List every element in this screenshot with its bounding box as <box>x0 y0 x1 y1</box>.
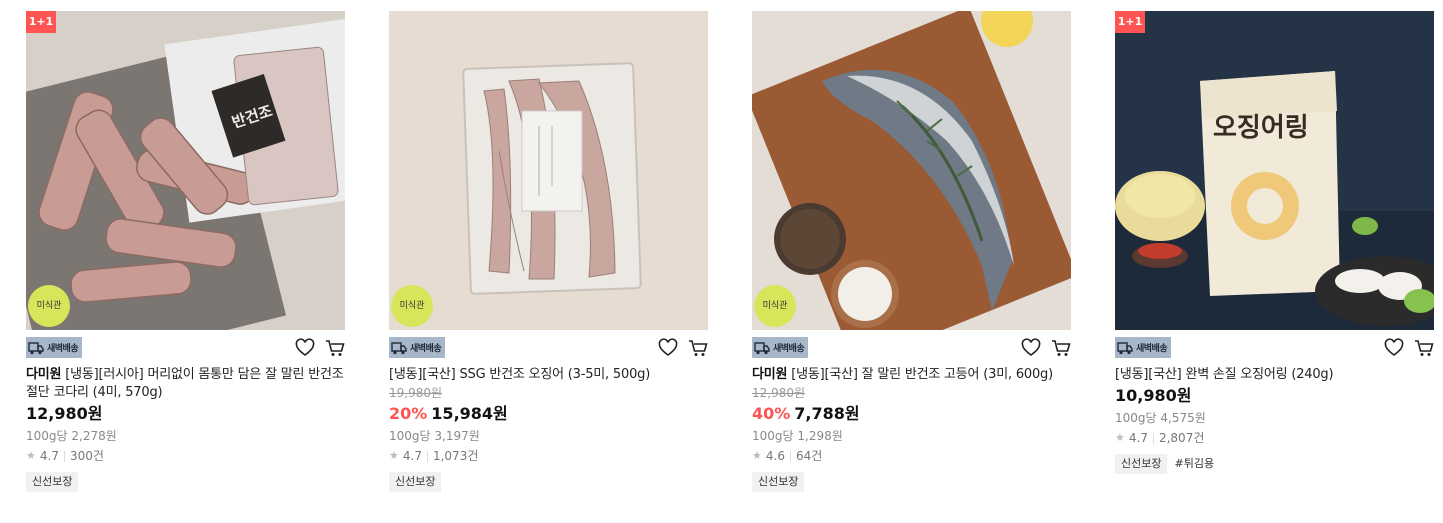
price-value: 10,980원 <box>1115 386 1192 405</box>
heart-icon[interactable] <box>1021 338 1041 358</box>
dawn-delivery-label: 새벽배송 <box>410 344 442 354</box>
product-card[interactable]: 미식관 새벽배송 다미원 [냉동][국산] 잘 말린 반건조 고등어 (3미, … <box>752 11 1071 492</box>
hashtag-chip[interactable]: #튀김용 <box>1172 454 1216 474</box>
review-count: 1,073건 <box>432 449 479 463</box>
heart-icon[interactable] <box>295 338 315 358</box>
product-rating: ★ 4.7 2,807건 <box>1115 429 1434 447</box>
product-name: [냉동][국산] SSG 반건조 오징어 (3-5미, 500g) <box>389 367 651 382</box>
star-icon: ★ <box>26 449 36 462</box>
product-rating: ★ 4.7 300건 <box>26 447 345 465</box>
fresh-guarantee-chip: 신선보장 <box>752 472 805 492</box>
dawn-delivery-label: 새벽배송 <box>47 344 79 354</box>
product-price: 40% 7,788원 <box>752 402 1071 426</box>
dawn-delivery-badge: 새벽배송 <box>752 337 809 358</box>
gourmet-sticker: 미식관 <box>754 285 796 327</box>
product-image[interactable]: 오징어링 1+1 <box>1115 11 1434 330</box>
product-card[interactable]: 미식관 새벽배송 [냉동][국산] SSG 반건조 오징어 (3-5미, 500… <box>389 11 708 492</box>
product-name: [냉동][국산] 잘 말린 반건조 고등어 (3미, 600g) <box>791 367 1053 382</box>
product-card[interactable]: 반건조 1+1 미식관 새벽배송 다미원 [냉동][러시아] 머리없이 몸통만 … <box>26 11 345 492</box>
product-title[interactable]: [냉동][국산] 완벽 손질 오징어링 (240g) <box>1115 366 1434 384</box>
dawn-delivery-badge: 새벽배송 <box>1115 337 1172 358</box>
heart-icon[interactable] <box>658 338 678 358</box>
dawn-delivery-label: 새벽배송 <box>773 344 805 354</box>
package-title: 오징어링 <box>1213 113 1309 143</box>
rating-value: 4.7 <box>1128 431 1148 445</box>
cart-icon[interactable] <box>688 338 708 358</box>
one-plus-one-badge: 1+1 <box>26 11 56 33</box>
product-price: 10,980원 <box>1115 384 1434 408</box>
product-title[interactable]: [냉동][국산] SSG 반건조 오징어 (3-5미, 500g) <box>389 366 708 384</box>
rating-value: 4.7 <box>39 449 59 463</box>
dried-squid-package-photo <box>389 11 708 330</box>
unit-price: 100g당 4,575원 <box>1115 411 1206 425</box>
dawn-delivery-badge: 새벽배송 <box>26 337 83 358</box>
product-image[interactable]: 미식관 <box>389 11 708 330</box>
discount-rate: 40% <box>752 404 791 423</box>
one-plus-one-badge: 1+1 <box>1115 11 1145 33</box>
product-title[interactable]: 다미원 [냉동][러시아] 머리없이 몸통만 담은 잘 말린 반건조 절단 코다… <box>26 366 345 402</box>
cart-icon[interactable] <box>325 338 345 358</box>
unit-price: 100g당 2,278원 <box>26 429 117 443</box>
gourmet-sticker: 미식관 <box>391 285 433 327</box>
truck-icon <box>754 341 770 354</box>
product-name: [냉동][국산] 완벽 손질 오징어링 (240g) <box>1115 367 1334 382</box>
price-value: 12,980원 <box>26 404 103 423</box>
truck-icon <box>391 341 407 354</box>
fresh-guarantee-chip: 신선보장 <box>26 472 79 492</box>
cart-icon[interactable] <box>1051 338 1071 358</box>
unit-price: 100g당 3,197원 <box>389 429 480 443</box>
product-rating: ★ 4.7 1,073건 <box>389 447 708 465</box>
fresh-guarantee-chip: 신선보장 <box>389 472 442 492</box>
star-icon: ★ <box>389 449 399 462</box>
original-price: 19,980원 <box>389 386 443 400</box>
truck-icon <box>28 341 44 354</box>
gourmet-sticker: 미식관 <box>28 285 70 327</box>
truck-icon <box>1117 341 1133 354</box>
product-price: 12,980원 <box>26 402 345 426</box>
star-icon: ★ <box>1115 431 1125 444</box>
product-image[interactable]: 미식관 <box>752 11 1071 330</box>
review-count: 64건 <box>795 449 823 463</box>
original-price: 12,980원 <box>752 386 806 400</box>
rating-value: 4.6 <box>765 449 785 463</box>
review-count: 300건 <box>69 449 104 463</box>
product-brand: 다미원 <box>26 367 62 382</box>
product-brand: 다미원 <box>752 367 788 382</box>
product-rating: ★ 4.6 64건 <box>752 447 1071 465</box>
product-image[interactable]: 반건조 1+1 미식관 <box>26 11 345 330</box>
product-card[interactable]: 오징어링 1+1 새벽배송 [냉동][국산] 완벽 손질 오징어링 (240g)… <box>1115 11 1434 474</box>
product-name: [냉동][러시아] 머리없이 몸통만 담은 잘 말린 반건조 절단 코다리 (4… <box>26 367 344 400</box>
dawn-delivery-badge: 새벽배송 <box>389 337 446 358</box>
cart-icon[interactable] <box>1414 338 1434 358</box>
rating-value: 4.7 <box>402 449 422 463</box>
discount-rate: 20% <box>389 404 428 423</box>
product-title[interactable]: 다미원 [냉동][국산] 잘 말린 반건조 고등어 (3미, 600g) <box>752 366 1071 384</box>
squid-ring-package-photo: 오징어링 <box>1115 11 1434 330</box>
price-value: 15,984원 <box>431 404 508 423</box>
mackerel-photo <box>752 11 1071 330</box>
product-price: 20% 15,984원 <box>389 402 708 426</box>
star-icon: ★ <box>752 449 762 462</box>
unit-price: 100g당 1,298원 <box>752 429 843 443</box>
heart-icon[interactable] <box>1384 338 1404 358</box>
price-value: 7,788원 <box>794 404 860 423</box>
dried-pollack-photo: 반건조 <box>26 11 345 330</box>
review-count: 2,807건 <box>1158 431 1205 445</box>
fresh-guarantee-chip: 신선보장 <box>1115 454 1168 474</box>
dawn-delivery-label: 새벽배송 <box>1136 344 1168 354</box>
